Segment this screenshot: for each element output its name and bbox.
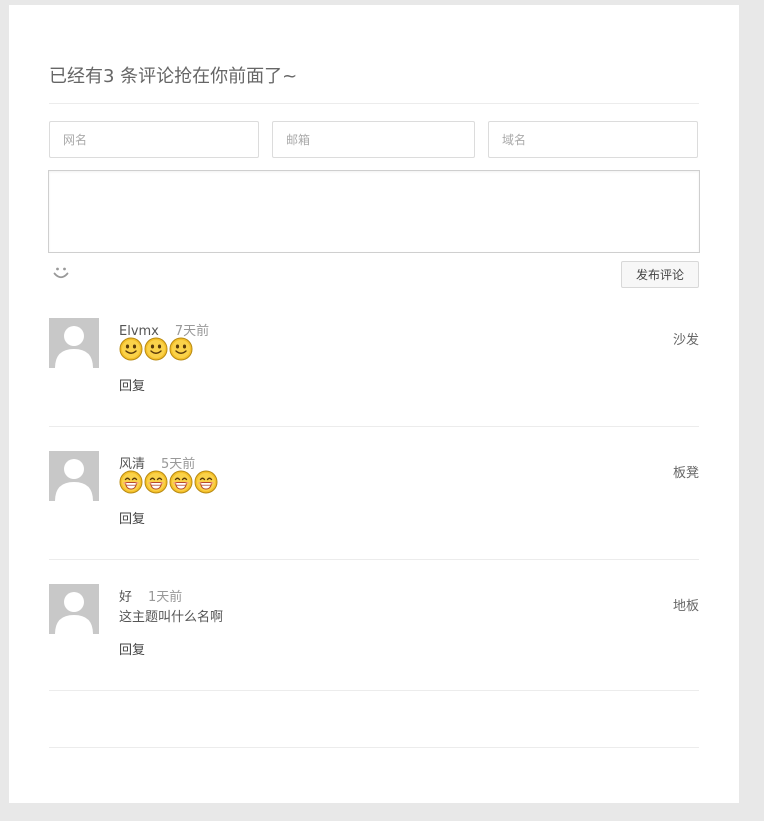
comment-textarea[interactable]	[48, 170, 700, 253]
reply-link[interactable]: 回复	[119, 639, 145, 658]
email-input[interactable]	[272, 121, 475, 158]
smiling-face-emoji	[169, 337, 193, 361]
default-user-icon	[49, 451, 99, 501]
reply-link[interactable]: 回复	[119, 508, 145, 527]
comment-item: 好 1天前地板这主题叫什么名啊回复	[49, 584, 699, 684]
divider	[49, 690, 699, 691]
avatar[interactable]	[49, 318, 99, 368]
divider	[49, 426, 699, 427]
name-input[interactable]	[49, 121, 259, 158]
smile-icon[interactable]	[52, 264, 70, 282]
default-user-icon	[49, 584, 99, 634]
comment-emojis	[119, 337, 193, 361]
smiling-face-emoji	[144, 337, 168, 361]
comment-floor: 地板	[672, 599, 699, 614]
divider	[49, 747, 699, 748]
grinning-face-emoji	[144, 470, 168, 494]
comment-floor: 板凳	[672, 466, 699, 481]
divider	[49, 559, 699, 560]
comment-item: 风清 5天前 板凳 回复	[49, 451, 699, 551]
grinning-face-emoji	[169, 470, 193, 494]
avatar[interactable]	[49, 451, 99, 501]
comment-emojis	[119, 470, 218, 494]
default-user-icon	[49, 318, 99, 368]
grinning-face-emoji	[194, 470, 218, 494]
comment-floor: 沙发	[672, 333, 699, 348]
divider	[49, 103, 699, 104]
grinning-face-emoji	[119, 470, 143, 494]
site-input[interactable]	[488, 121, 698, 158]
comments-heading: 已经有3 条评论抢在你前面了~	[49, 66, 298, 87]
comment-author[interactable]: 好	[119, 590, 132, 605]
comment-text: 这主题叫什么名啊	[119, 610, 224, 625]
comment-meta: 好 1天前	[119, 586, 182, 605]
comments-card: 已经有3 条评论抢在你前面了~ 发布评论 Elvmx7天前沙发回复风清5天前板凳…	[9, 5, 739, 803]
avatar[interactable]	[49, 584, 99, 634]
comment-item: Elvmx 7天前 沙发 回复	[49, 318, 699, 418]
reply-link[interactable]: 回复	[119, 375, 145, 394]
submit-comment-button[interactable]: 发布评论	[621, 261, 699, 288]
comment-time: 1天前	[148, 590, 183, 605]
smiling-face-emoji	[119, 337, 143, 361]
